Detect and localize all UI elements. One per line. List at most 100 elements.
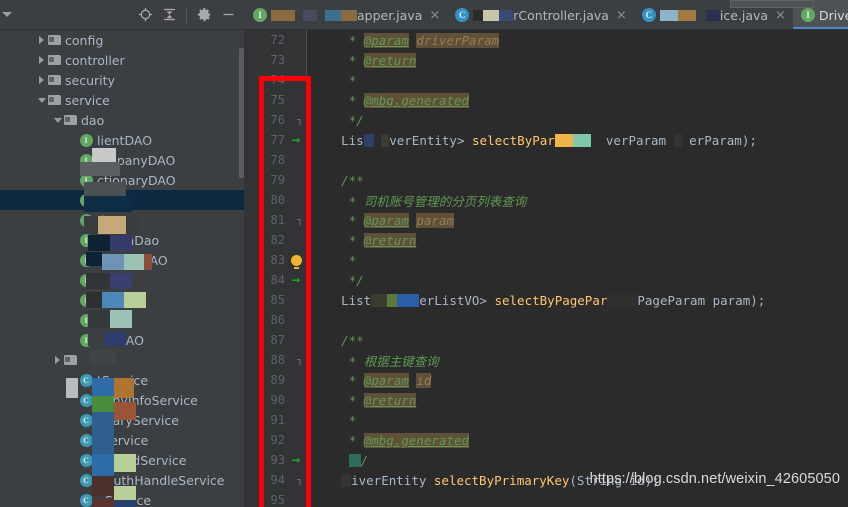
token-cm: */ bbox=[311, 112, 364, 128]
sidebar-item-clientservice[interactable]: CtService bbox=[0, 370, 244, 390]
sidebar-item-dictionarydao[interactable]: IctionaryDAO bbox=[0, 170, 244, 190]
sidebar-item-codedao[interactable]: IdeDAO bbox=[0, 210, 244, 230]
folder-icon bbox=[47, 73, 61, 87]
code-fold-marker[interactable]: ┐ bbox=[297, 115, 303, 126]
redaction-block bbox=[341, 473, 352, 487]
top-strip: Iapper.java × CrController.java × Cice.java ×… bbox=[0, 0, 848, 30]
chevron-right-icon[interactable] bbox=[36, 75, 47, 86]
sidebar-item-driverservice[interactable]: CrService bbox=[0, 430, 244, 450]
project-tree: config controller security service dao Ilient… bbox=[0, 30, 244, 507]
code-text: * bbox=[307, 252, 357, 268]
redaction-block bbox=[499, 9, 514, 21]
token-tag: @param bbox=[363, 32, 409, 48]
chevron-right-icon[interactable] bbox=[36, 35, 47, 46]
tab-mapper[interactable]: Iapper.java × bbox=[245, 0, 447, 29]
token-gen: erListVO> bbox=[419, 292, 495, 308]
sidebar-item-config[interactable]: config bbox=[0, 30, 244, 50]
sidebar-item-companyinfoservice[interactable]: CpanyInfoService bbox=[0, 390, 244, 410]
line-number: 78 bbox=[270, 153, 285, 167]
code-line: 91 * bbox=[245, 410, 848, 430]
redaction-block bbox=[607, 293, 638, 307]
code-line: 72 * @param driverParam bbox=[245, 30, 848, 50]
tab-title-text: rController.java bbox=[513, 7, 609, 23]
sidebar-item-companydao[interactable]: IompanyDAO bbox=[0, 150, 244, 170]
sidebar-item-rqdao[interactable]: IrqDAO bbox=[0, 290, 244, 310]
code-fold-marker[interactable]: ┐ bbox=[297, 475, 303, 486]
gutter-marker[interactable] bbox=[285, 254, 307, 269]
code-fold-marker[interactable]: ┐ bbox=[297, 355, 303, 366]
sidebar-item-menudao[interactable]: IuDAO bbox=[0, 270, 244, 290]
token-tag: @return bbox=[363, 392, 417, 408]
tab-controller[interactable]: CrController.java × bbox=[447, 0, 634, 29]
line-number: 95 bbox=[270, 493, 285, 507]
sidebar-item-service[interactable]: service bbox=[0, 90, 244, 110]
sidebar-item-jdao[interactable]: I DAO bbox=[0, 310, 244, 330]
sidebar-item-dao[interactable]: dao bbox=[0, 110, 244, 130]
service-icon: C bbox=[79, 373, 93, 387]
code-line: 86 bbox=[245, 310, 848, 330]
token-cm: /** bbox=[311, 332, 364, 348]
interface-icon: I bbox=[79, 193, 93, 207]
sidebar-item-authdao[interactable]: IuAuthDao bbox=[0, 230, 244, 250]
sidebar-item-recorddao[interactable]: I RecordDAO bbox=[0, 250, 244, 270]
token-cm: * bbox=[311, 252, 357, 268]
code-editor[interactable]: 72 * @param driverParam 73 * @return 74 * 7… bbox=[245, 30, 848, 507]
sidebar-item-userdao[interactable]: IserDAO bbox=[0, 330, 244, 350]
sidebar-item-dictionaryservice[interactable]: ConaryService bbox=[0, 410, 244, 430]
code-line: 85 List erListVO> selectByPagePar PagePara… bbox=[245, 290, 848, 310]
sidebar-item-controller[interactable]: controller bbox=[0, 50, 244, 70]
folder-icon bbox=[47, 33, 61, 47]
line-number: 93 bbox=[270, 453, 285, 467]
redaction-block bbox=[371, 293, 388, 307]
gutter-marker[interactable]: → bbox=[285, 453, 307, 467]
close-icon[interactable]: × bbox=[616, 9, 627, 22]
sidebar-item-menuservice[interactable]: CuService bbox=[0, 490, 244, 507]
code-fold-marker[interactable]: ┐ bbox=[297, 215, 303, 226]
gutter-marker[interactable]: → bbox=[285, 273, 307, 287]
chevron-right-icon[interactable] bbox=[52, 355, 63, 366]
sidebar-item-clientdao[interactable]: IlientDAO bbox=[0, 130, 244, 150]
code-line: 87 /** bbox=[245, 330, 848, 350]
settings-gear-button[interactable] bbox=[193, 4, 215, 26]
sidebar-item-authhandleservice[interactable]: CuAuthHandleService bbox=[0, 470, 244, 490]
hide-panel-button[interactable] bbox=[217, 4, 239, 26]
redaction-block bbox=[295, 9, 303, 21]
intention-bulb-icon[interactable] bbox=[290, 254, 302, 269]
sidebar-item-driverdao[interactable]: IrDAO bbox=[0, 190, 244, 210]
redaction-block bbox=[483, 9, 500, 21]
sidebar-item-label: ompanyDAO bbox=[97, 152, 176, 168]
vertical-scrollbar[interactable] bbox=[239, 48, 244, 178]
chevron-down-icon[interactable] bbox=[52, 115, 63, 126]
code-line: 74 * bbox=[245, 70, 848, 90]
token-pnc: ); bbox=[750, 292, 766, 308]
close-icon[interactable]: × bbox=[429, 9, 440, 22]
code-line: 75 * @mbg.generated bbox=[245, 90, 848, 110]
code-text: */ bbox=[307, 113, 364, 128]
close-icon[interactable]: × bbox=[775, 9, 786, 22]
code-line: 82 * @return bbox=[245, 230, 848, 250]
code-text: * @return bbox=[307, 392, 417, 408]
line-number: 82 bbox=[270, 233, 285, 247]
chevron-down-icon[interactable] bbox=[2, 12, 12, 17]
sidebar-item-label: uAuthDao bbox=[97, 232, 160, 248]
ide-window: Iapper.java × CrController.java × Cice.java ×… bbox=[0, 0, 848, 507]
sidebar-item-recordservice[interactable]: C RecordService bbox=[0, 450, 244, 470]
tab-label: apper.java bbox=[271, 8, 422, 23]
gutter-marker[interactable]: → bbox=[285, 133, 307, 147]
implements-method-arrow-icon[interactable]: → bbox=[292, 273, 300, 287]
code-lines: 72 * @param driverParam 73 * @return 74 * 7… bbox=[245, 30, 848, 507]
line-number: 84 bbox=[270, 273, 285, 287]
chevron-right-icon[interactable] bbox=[36, 55, 47, 66]
main-body: config controller security service dao Ilient… bbox=[0, 30, 848, 507]
collapse-all-button[interactable] bbox=[158, 4, 180, 26]
chevron-down-icon[interactable] bbox=[36, 95, 47, 106]
locate-in-tree-button[interactable] bbox=[134, 4, 156, 26]
implements-method-arrow-icon[interactable]: → bbox=[292, 133, 300, 147]
sidebar-item-label: serDAO bbox=[97, 332, 144, 348]
sidebar-item-impl-folder[interactable] bbox=[0, 350, 244, 370]
sidebar-item-security[interactable]: security bbox=[0, 70, 244, 90]
code-text: * @param driverParam bbox=[307, 32, 500, 48]
implements-method-arrow-icon[interactable]: → bbox=[292, 453, 300, 467]
